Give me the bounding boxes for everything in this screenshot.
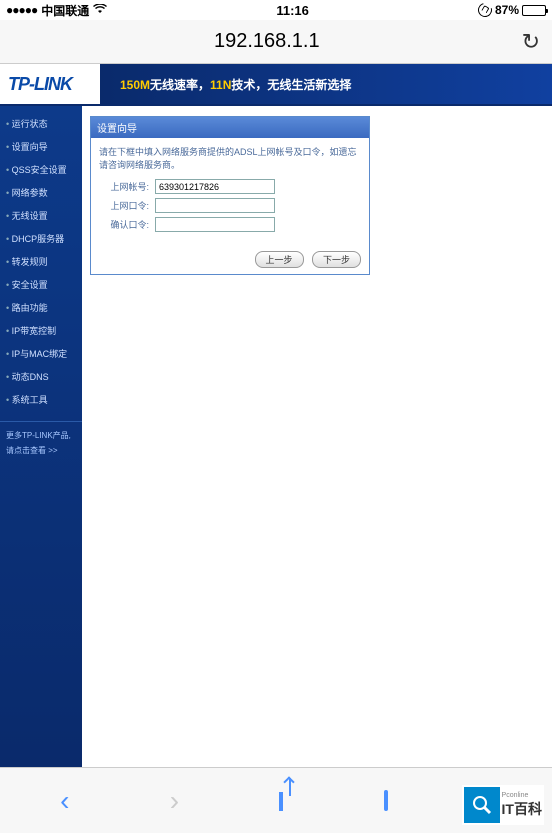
nav-ipmac[interactable]: IP与MAC绑定 — [0, 342, 82, 365]
nav-security[interactable]: 安全设置 — [0, 273, 82, 296]
share-icon — [279, 792, 283, 811]
ios-status-bar: ●●●●● 中国联通 11:16 87% — [0, 0, 552, 20]
label-confirm: 确认口令: — [99, 218, 155, 231]
share-button[interactable] — [279, 792, 283, 810]
url-text: 192.168.1.1 — [12, 30, 522, 53]
panel-title: 设置向导 — [91, 117, 369, 138]
status-time: 11:16 — [107, 3, 478, 18]
nav-routing[interactable]: 路由功能 — [0, 296, 82, 319]
label-password: 上网口令: — [99, 199, 155, 212]
nav-wireless[interactable]: 无线设置 — [0, 204, 82, 227]
book-icon — [384, 790, 388, 811]
reload-icon[interactable]: ↻ — [522, 29, 540, 55]
wifi-icon — [93, 3, 107, 17]
bookmarks-button[interactable] — [384, 792, 388, 810]
router-header: TP-LINK 150M无线速率，11N技术，无线生活新选择 — [0, 64, 552, 106]
input-confirm[interactable] — [155, 217, 275, 232]
browser-url-bar[interactable]: 192.168.1.1 ↻ — [0, 20, 552, 64]
instruction-text: 请在下框中填入网络服务商提供的ADSL上网帐号及口令，如遗忘请咨询网络服务商。 — [99, 146, 361, 171]
wizard-panel: 设置向导 请在下框中填入网络服务商提供的ADSL上网帐号及口令，如遗忘请咨询网络… — [90, 116, 370, 275]
signal-dots: ●●●●● — [6, 3, 37, 17]
router-admin-page: TP-LINK 150M无线速率，11N技术，无线生活新选择 运行状态 设置向导… — [0, 64, 552, 767]
nav-system[interactable]: 系统工具 — [0, 388, 82, 411]
nav-ddns[interactable]: 动态DNS — [0, 365, 82, 388]
nav-network[interactable]: 网络参数 — [0, 181, 82, 204]
nav-forward[interactable]: 转发规则 — [0, 250, 82, 273]
main-content: 设置向导 请在下框中填入网络服务商提供的ADSL上网帐号及口令，如遗忘请咨询网络… — [82, 106, 552, 767]
tplink-logo: TP-LINK — [0, 74, 100, 95]
nav-more-products[interactable]: 更多TP-LINK产品, — [0, 421, 82, 443]
header-slogan: 150M无线速率，11N技术，无线生活新选择 — [100, 76, 552, 93]
sidebar-nav: 运行状态 设置向导 QSS安全设置 网络参数 无线设置 DHCP服务器 转发规则… — [0, 106, 82, 767]
next-button[interactable]: 下一步 — [312, 251, 361, 268]
nav-dhcp[interactable]: DHCP服务器 — [0, 227, 82, 250]
nav-status[interactable]: 运行状态 — [0, 112, 82, 135]
watermark: Pconline IT百科 — [462, 785, 544, 825]
battery-pct: 87% — [495, 3, 519, 17]
status-left: ●●●●● 中国联通 — [6, 2, 107, 19]
nav-wizard[interactable]: 设置向导 — [0, 135, 82, 158]
prev-button[interactable]: 上一步 — [255, 251, 304, 268]
forward-button[interactable]: › — [170, 785, 179, 817]
nav-more-link[interactable]: 请点击查看 >> — [0, 443, 82, 458]
watermark-badge — [464, 787, 500, 823]
watermark-sub: Pconline — [502, 792, 542, 799]
input-password[interactable] — [155, 198, 275, 213]
input-account[interactable] — [155, 179, 275, 194]
battery-icon — [522, 5, 546, 16]
status-right: 87% — [478, 3, 546, 17]
nav-bandwidth[interactable]: IP带宽控制 — [0, 319, 82, 342]
back-button[interactable]: ‹ — [60, 785, 69, 817]
watermark-brand: IT百科 — [502, 799, 542, 819]
carrier-label: 中国联通 — [41, 2, 89, 19]
label-account: 上网帐号: — [99, 180, 155, 193]
orientation-lock-icon — [475, 0, 494, 19]
nav-qss[interactable]: QSS安全设置 — [0, 158, 82, 181]
